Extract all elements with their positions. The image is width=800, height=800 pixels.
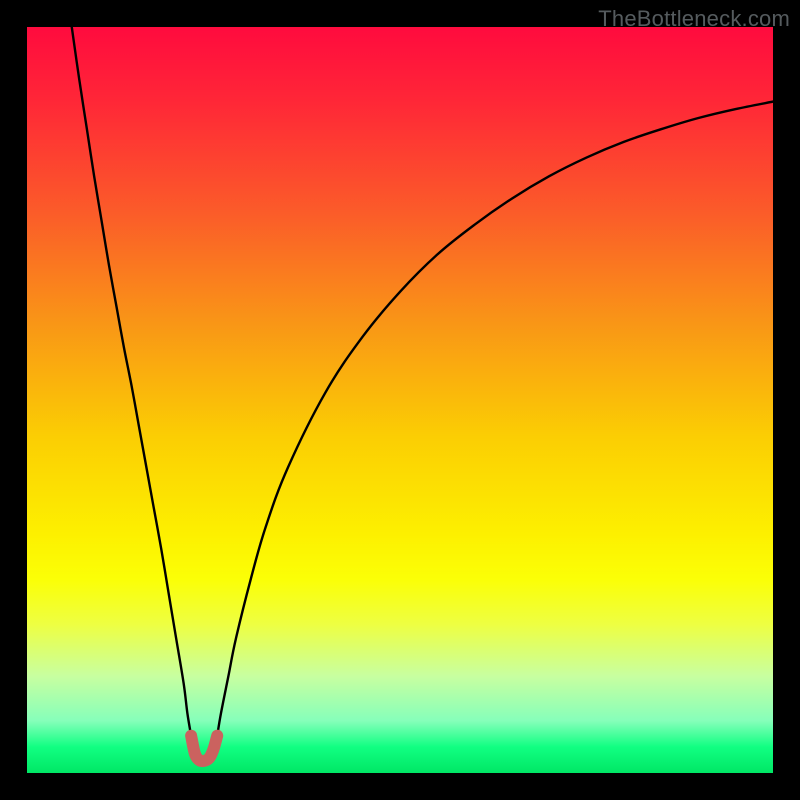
chart-svg	[27, 27, 773, 773]
chart-frame: TheBottleneck.com	[0, 0, 800, 800]
chart-background-gradient	[27, 27, 773, 773]
chart-plot-area	[27, 27, 773, 773]
